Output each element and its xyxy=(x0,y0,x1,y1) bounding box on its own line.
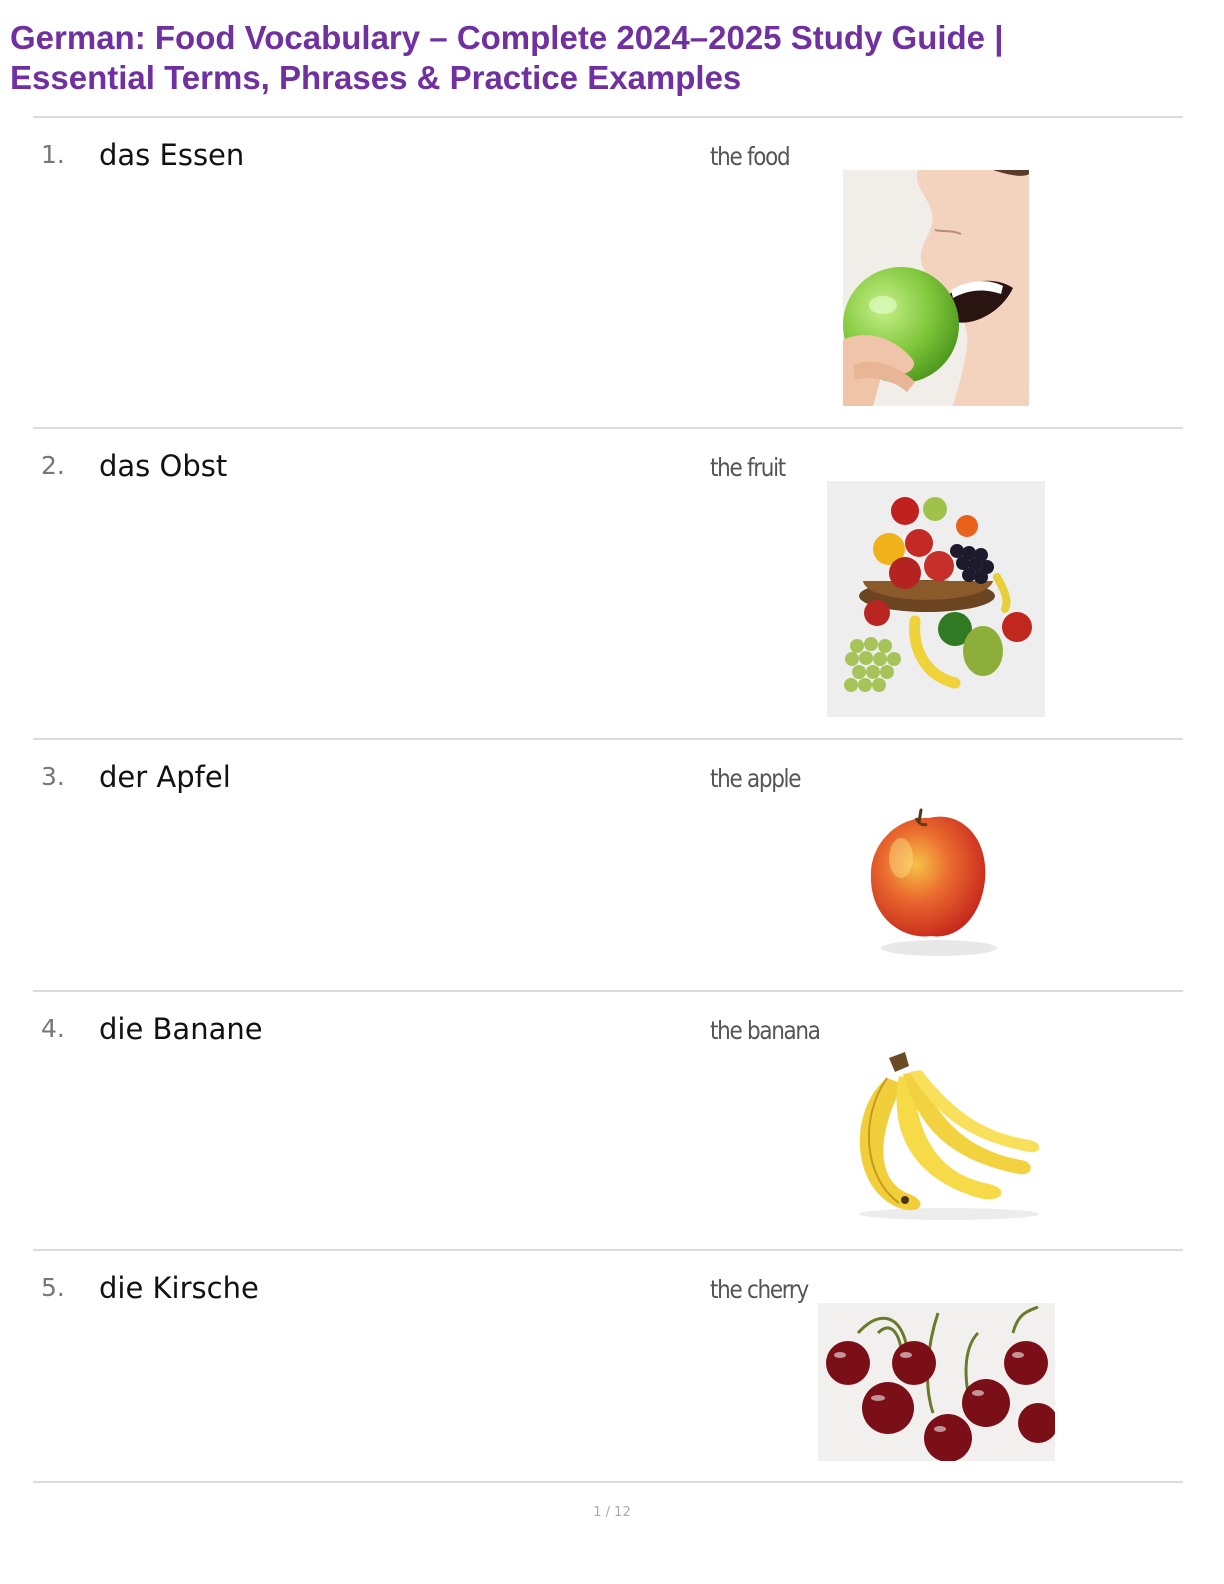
english-translation: the apple xyxy=(710,764,801,793)
german-term: die Kirsche xyxy=(99,1271,259,1305)
entry-number: 4. xyxy=(41,1014,65,1043)
german-term: die Banane xyxy=(99,1012,263,1046)
divider xyxy=(33,427,1183,429)
page-indicator: 1 / 12 xyxy=(593,1505,631,1520)
english-translation: the fruit xyxy=(710,453,786,482)
german-term: das Essen xyxy=(99,138,245,172)
vocab-entry-apfel: 3. der Apfel the apple xyxy=(33,750,1183,988)
vocab-entry-obst: 2. das Obst the fruit xyxy=(33,439,1183,735)
divider xyxy=(33,1481,1183,1483)
fruit-bowl-photo xyxy=(827,481,1045,717)
divider xyxy=(33,1249,1183,1251)
german-term: das Obst xyxy=(99,449,228,483)
entry-number: 1. xyxy=(41,140,65,169)
english-translation: the food xyxy=(710,142,791,171)
vocab-entry-essen: 1. das Essen the food xyxy=(33,128,1183,424)
woman-eating-apple-photo xyxy=(843,170,1029,406)
page-title: German: Food Vocabulary – Complete 2024–… xyxy=(10,18,1200,98)
page-title-line-1: German: Food Vocabulary – Complete 2024–… xyxy=(10,19,1004,56)
apple-photo xyxy=(870,808,997,956)
entry-number: 2. xyxy=(41,451,65,480)
divider xyxy=(33,738,1183,740)
english-translation: the banana xyxy=(710,1016,821,1045)
vocab-entry-kirsche: 5. die Kirsche the cherry xyxy=(33,1261,1183,1479)
entry-number: 5. xyxy=(41,1273,65,1302)
entry-number: 3. xyxy=(41,762,65,791)
english-translation: the cherry xyxy=(710,1275,809,1304)
vocab-entry-banane: 4. die Banane the banana xyxy=(33,1002,1183,1246)
page-title-line-2: Essential Terms, Phrases & Practice Exam… xyxy=(10,59,742,96)
cherries-photo xyxy=(818,1303,1055,1461)
banana-bunch-photo xyxy=(859,1052,1040,1220)
divider xyxy=(33,116,1183,118)
divider xyxy=(33,990,1183,992)
german-term: der Apfel xyxy=(99,760,231,794)
